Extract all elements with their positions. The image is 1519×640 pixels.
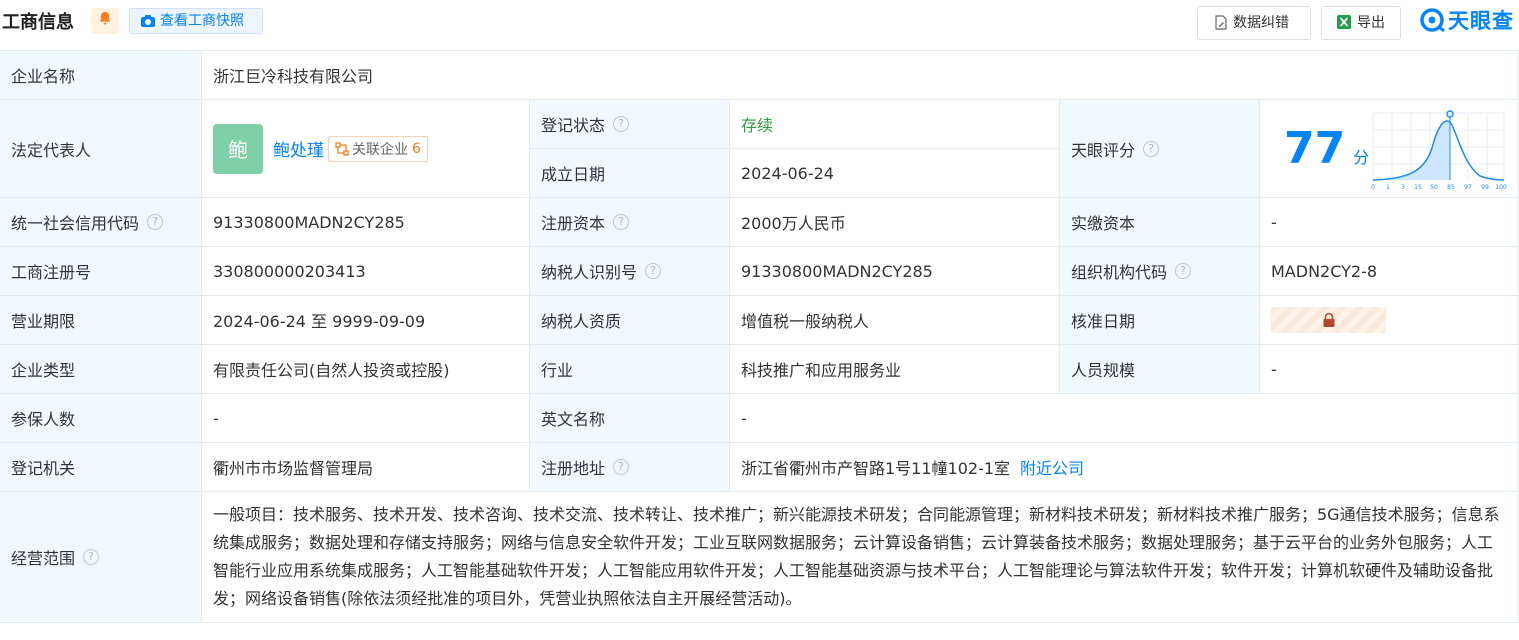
locked-content[interactable] bbox=[1271, 307, 1386, 333]
related-companies-badge[interactable]: 关联企业 6 bbox=[328, 135, 428, 162]
export-button[interactable]: 导出 bbox=[1321, 6, 1401, 40]
reg-no-label: 工商注册号 bbox=[0, 247, 202, 296]
excel-icon bbox=[1337, 15, 1351, 29]
snapshot-label: 查看工商快照 bbox=[160, 13, 244, 29]
legal-rep-label: 法定代表人 bbox=[0, 100, 202, 198]
avatar[interactable]: 鲍 bbox=[213, 123, 263, 174]
bell-icon[interactable] bbox=[91, 8, 119, 34]
address-cell: 浙江省衢州市产智路1号11幢102-1室 附近公司 bbox=[730, 443, 1519, 492]
authority-value: 衢州市市场监督管理局 bbox=[202, 443, 530, 492]
assoc-count: 6 bbox=[412, 140, 421, 157]
paid-capital-label: 实缴资本 bbox=[1060, 198, 1260, 247]
x-tick: 3 bbox=[1401, 184, 1405, 191]
x-tick: 15 bbox=[1414, 184, 1422, 191]
nearby-companies-link[interactable]: 附近公司 bbox=[1020, 455, 1084, 479]
org-code-label-text: 组织机构代码 bbox=[1071, 263, 1168, 282]
reg-no-value: 330800000203413 bbox=[202, 247, 530, 296]
term-value: 2024-06-24 至 9999-09-09 bbox=[202, 296, 530, 345]
taxpayer-qual-label: 纳税人资质 bbox=[530, 296, 730, 345]
x-tick: 50 bbox=[1430, 184, 1438, 191]
logo-eye-icon bbox=[1420, 8, 1445, 33]
view-snapshot-button[interactable]: 查看工商快照 bbox=[129, 8, 263, 34]
legal-rep-cell: 鲍 鲍处瑾 关联企业 6 bbox=[202, 100, 530, 198]
insured-label: 参保人数 bbox=[0, 394, 202, 443]
term-label: 营业期限 bbox=[0, 296, 202, 345]
taxpayer-qual-value: 增值税一般纳税人 bbox=[730, 296, 1060, 345]
score-cell[interactable]: 77 分 0 1 3 15 50 85 97 99 100 bbox=[1260, 100, 1519, 198]
logo-text: 天眼查 bbox=[1448, 9, 1514, 33]
tianyancha-logo: 天眼查 bbox=[1420, 5, 1514, 35]
company-name-value: 浙江巨冷科技有限公司 bbox=[202, 50, 1519, 100]
staff-value: - bbox=[1260, 345, 1519, 394]
help-icon[interactable]: ? bbox=[645, 263, 662, 279]
score-label: 天眼评分? bbox=[1060, 100, 1260, 198]
taxpayer-id-value: 91330800MADN2CY285 bbox=[730, 247, 1060, 296]
score-marker bbox=[1446, 110, 1454, 118]
industry-value: 科技推广和应用服务业 bbox=[730, 345, 1060, 394]
approval-date-label: 核准日期 bbox=[1060, 296, 1260, 345]
reg-capital-value: 2000万人民币 bbox=[730, 198, 1060, 247]
address-label: 注册地址? bbox=[530, 443, 730, 492]
insured-value: - bbox=[202, 394, 530, 443]
english-name-label: 英文名称 bbox=[530, 394, 730, 443]
scope-value: 一般项目：技术服务、技术开发、技术咨询、技术交流、技术转让、技术推广；新兴能源技… bbox=[202, 492, 1519, 623]
x-tick: 85 bbox=[1447, 184, 1455, 191]
scope-label-text: 经营范围 bbox=[11, 549, 76, 568]
reg-status-label-text: 登记状态 bbox=[541, 116, 606, 135]
company-type-value: 有限责任公司(自然人投资或控股) bbox=[202, 345, 530, 394]
org-code-label: 组织机构代码? bbox=[1060, 247, 1260, 296]
scope-label: 经营范围? bbox=[0, 492, 202, 623]
score-unit: 分 bbox=[1353, 147, 1370, 167]
score-value: 77 bbox=[1284, 123, 1346, 174]
export-label: 导出 bbox=[1357, 15, 1385, 31]
legal-rep-name-link[interactable]: 鲍处瑾 bbox=[273, 136, 324, 161]
staff-label: 人员规模 bbox=[1060, 345, 1260, 394]
industry-label: 行业 bbox=[530, 345, 730, 394]
paid-capital-value: - bbox=[1260, 198, 1519, 247]
score-distribution-chart: 0 1 3 15 50 85 97 99 100 bbox=[1371, 110, 1507, 191]
help-icon[interactable]: ? bbox=[613, 459, 630, 475]
camera-icon bbox=[141, 15, 155, 27]
help-icon[interactable]: ? bbox=[83, 549, 100, 565]
help-icon[interactable]: ? bbox=[613, 116, 630, 132]
assoc-label: 关联企业 bbox=[352, 141, 408, 158]
x-tick: 99 bbox=[1481, 184, 1489, 191]
found-date-value: 2024-06-24 bbox=[730, 149, 1060, 198]
x-tick: 0 bbox=[1371, 184, 1375, 191]
help-icon[interactable]: ? bbox=[147, 214, 164, 230]
credit-code-label: 统一社会信用代码? bbox=[0, 198, 202, 247]
help-icon[interactable]: ? bbox=[1175, 263, 1192, 279]
credit-code-value: 91330800MADN2CY285 bbox=[202, 198, 530, 247]
address-label-text: 注册地址 bbox=[541, 459, 606, 478]
x-tick: 97 bbox=[1464, 184, 1472, 191]
data-correction-button[interactable]: 数据纠错 bbox=[1197, 6, 1311, 40]
company-name-label: 企业名称 bbox=[0, 50, 202, 100]
section-title: 工商信息 bbox=[2, 12, 74, 33]
org-code-value: MADN2CY2-8 bbox=[1260, 247, 1519, 296]
taxpayer-id-label: 纳税人识别号? bbox=[530, 247, 730, 296]
lock-icon bbox=[1323, 312, 1334, 327]
correction-label: 数据纠错 bbox=[1233, 15, 1289, 31]
address-value: 浙江省衢州市产智路1号11幢102-1室 bbox=[741, 459, 1011, 478]
approval-date-value bbox=[1260, 296, 1519, 345]
help-icon[interactable]: ? bbox=[1143, 140, 1160, 157]
edit-doc-icon bbox=[1215, 15, 1227, 30]
reg-capital-label: 注册资本? bbox=[530, 198, 730, 247]
x-tick: 1 bbox=[1386, 184, 1390, 191]
section-header: 工商信息 查看工商快照 数据纠错 导出 天眼查 bbox=[0, 0, 1519, 46]
found-date-label: 成立日期 bbox=[530, 149, 730, 198]
reg-status-value: 存续 bbox=[730, 100, 1060, 149]
help-icon[interactable]: ? bbox=[613, 214, 630, 230]
english-name-value: - bbox=[730, 394, 1519, 443]
authority-label: 登记机关 bbox=[0, 443, 202, 492]
credit-code-label-text: 统一社会信用代码 bbox=[11, 214, 140, 233]
taxpayer-id-label-text: 纳税人识别号 bbox=[541, 263, 638, 282]
x-tick: 100 bbox=[1495, 184, 1507, 191]
network-icon bbox=[335, 141, 349, 156]
reg-capital-label-text: 注册资本 bbox=[541, 214, 606, 233]
reg-status-label: 登记状态? bbox=[530, 100, 730, 149]
company-type-label: 企业类型 bbox=[0, 345, 202, 394]
score-label-text: 天眼评分 bbox=[1071, 140, 1136, 160]
